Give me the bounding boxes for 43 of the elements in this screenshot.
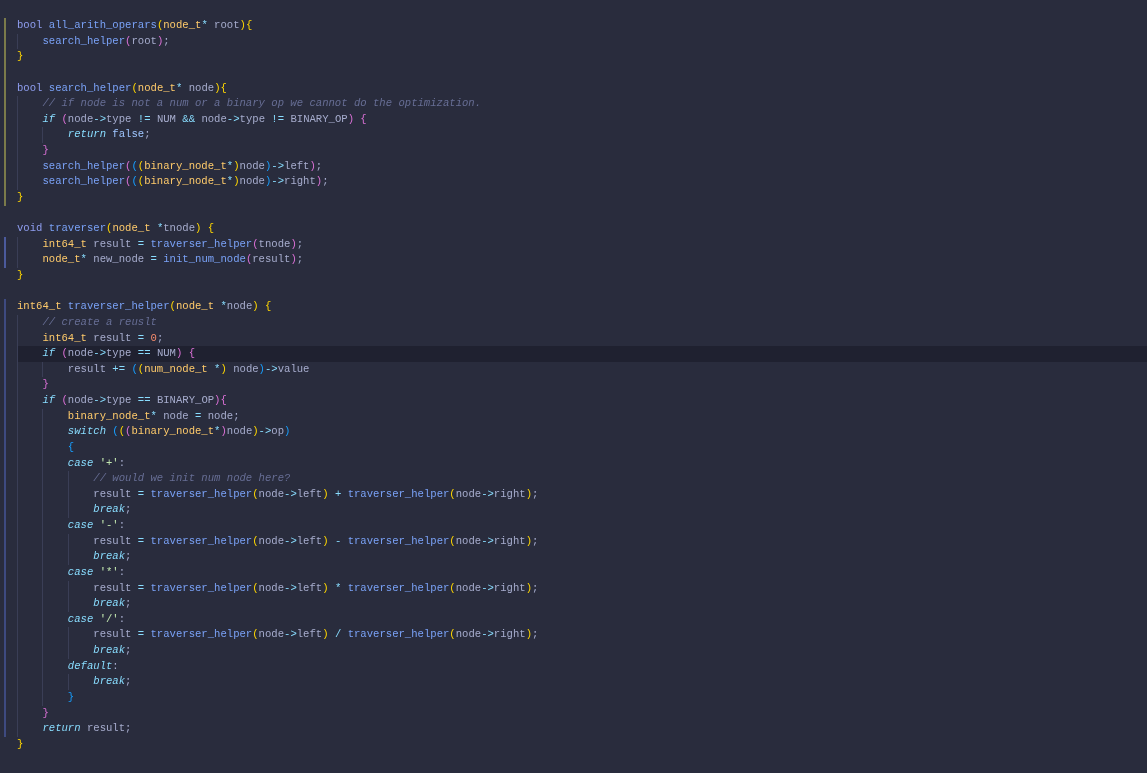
code-line: node_t* new_node = init_num_node(result); <box>17 252 1147 268</box>
code-line: } <box>17 49 25 65</box>
code-line: int64_t result = 0; <box>17 330 1147 347</box>
code-line: if (node->type != NUM && node->type != BINARY_OP) { <box>17 111 1147 128</box>
code-line: result = traverser_helper(node->left) - traverser_helper(node->right); <box>17 533 1147 550</box>
code-line: result += ((num_node_t *) node)->value <box>17 361 1147 378</box>
code-line: break; <box>17 549 1147 565</box>
code-line: return false; <box>17 127 1147 143</box>
code-line: search_helper(((binary_node_t*)node)->right); <box>17 174 1147 190</box>
code-line: } <box>17 736 25 752</box>
code-line: // if node is not a num or a binary op we cannot do the optimization. <box>17 96 1147 112</box>
code-line: bool search_helper(node_t* node){ <box>17 80 228 96</box>
code-line: } <box>17 705 1147 722</box>
code-line: break; <box>17 596 1147 612</box>
code-line: result = traverser_helper(node->left) / traverser_helper(node->right); <box>17 627 1147 643</box>
code-line: break; <box>17 643 1147 659</box>
code-line: if (node->type == BINARY_OP){ <box>17 393 1147 409</box>
code-line: case '+': <box>17 455 1147 472</box>
code-line: default: <box>17 658 1147 675</box>
code-line: return result; <box>17 721 1147 737</box>
code-line: bool all_arith_operars(node_t* root){ <box>17 18 254 33</box>
code-line: result = traverser_helper(node->left) * traverser_helper(node->right); <box>17 580 1147 597</box>
code-line: break; <box>17 502 1147 518</box>
code-line: int64_t result = traverser_helper(tnode); <box>17 236 1147 253</box>
code-line: result = traverser_helper(node->left) + traverser_helper(node->right); <box>17 486 1147 503</box>
code-line: case '-': <box>17 518 1147 534</box>
code-line: case '*': <box>17 564 1147 581</box>
code-line: search_helper(root); <box>17 33 1147 50</box>
code-line: search_helper(((binary_node_t*)node)->left); <box>17 158 1147 175</box>
code-line: // create a reuslt <box>17 314 1147 331</box>
code-line: { <box>17 439 1147 456</box>
code-line: } <box>17 377 1147 393</box>
code-line: } <box>17 189 25 205</box>
code-line: case '/': <box>17 611 1147 628</box>
code-line: binary_node_t* node = node; <box>17 408 1147 425</box>
code-line: } <box>17 268 25 283</box>
code-line: } <box>17 689 1147 706</box>
code-line: int64_t traverser_helper(node_t *node) { <box>17 299 273 315</box>
code-line: break; <box>17 674 1147 690</box>
code-line: void traverser(node_t *tnode) { <box>17 221 216 237</box>
code-line: // would we init num node here? <box>17 471 1147 487</box>
code-line: } <box>17 143 1147 159</box>
code-line: switch (((binary_node_t*)node)->op) <box>17 424 1147 440</box>
